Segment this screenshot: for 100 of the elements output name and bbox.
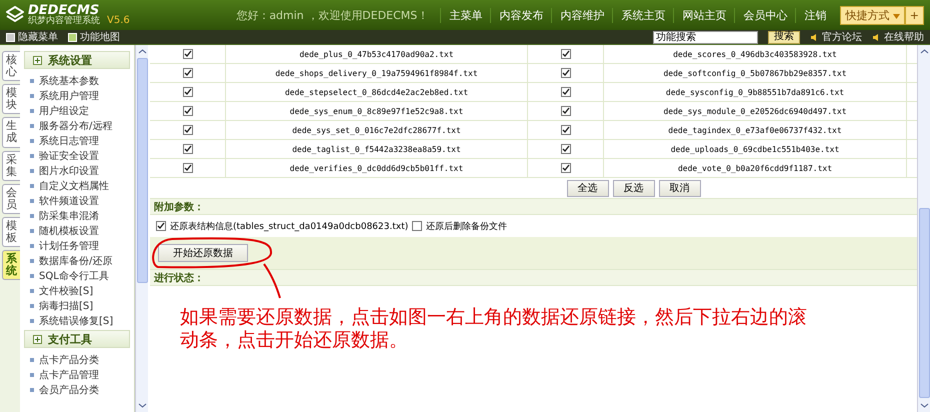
menu-item[interactable]: 系统日志管理 [24,133,130,148]
menu-item[interactable]: 软件频道设置 [24,193,130,208]
checkbox[interactable] [560,144,570,154]
nav-link[interactable]: 网站主页 [673,8,734,22]
menu-section-header[interactable]: 支付工具 [24,330,130,348]
bullet-icon [30,108,34,112]
checkbox[interactable] [182,163,192,173]
checkbox[interactable] [560,163,570,173]
checkbox[interactable] [560,87,570,97]
section-heading: 附加参数： [150,198,917,215]
scrollbar[interactable] [135,45,148,412]
toolbar-link[interactable]: 官方论坛 [810,30,862,44]
bullet-icon [30,274,34,278]
scroll-up-icon[interactable] [920,47,928,56]
side-tab[interactable]: 模板 [2,216,20,248]
checkbox[interactable] [156,221,166,231]
file-name: dede_vote_0_b0a20f6cdd9f1187.txt [604,159,907,177]
logo-text: DEDECMS [28,4,100,17]
option-label: 还原表结构信息(tables_struct_da0149a0dcb08623.txt) [170,220,408,232]
plus-icon [33,334,42,344]
nav-link[interactable]: 注销 [795,8,834,22]
checkbox[interactable] [182,125,192,135]
toolbar-link[interactable]: 隐藏菜单 [6,30,58,44]
menu-item[interactable]: 验证安全设置 [24,148,130,163]
bullet-icon [30,78,34,82]
menu-item[interactable]: 文件校验[S] [24,283,130,298]
file-name: dede_uploads_0_69cdbe1c551b403e.txt [604,140,907,158]
checkbox[interactable] [182,106,192,116]
nav-link[interactable]: 会员中心 [734,8,796,22]
bullet-icon [30,214,34,218]
nav-link[interactable]: 系统主页 [612,8,674,22]
file-name: dede_softconfig_0_5b07867bb29e8357.txt [604,64,907,82]
checkbox[interactable] [560,49,570,59]
menu-item[interactable]: 系统错误修复[S] [24,313,130,328]
menu-item[interactable]: 数据库备份/还原 [24,253,130,268]
toolbar-link[interactable]: 在线帮助 [872,30,924,44]
annotation-text: 如果需要还原数据，点击如图一右上角的数据还原链接，然后下拉右边的滚动条，点击开始还原数据。 [180,306,808,352]
menu-item[interactable]: 点卡产品管理 [24,367,130,382]
side-tab[interactable]: 采集 [2,150,20,181]
checkbox[interactable] [182,87,192,97]
checkbox[interactable] [560,68,570,78]
bullet-icon [30,258,34,262]
section-heading: 进行状态： [150,269,917,286]
side-tab[interactable]: 模块 [2,84,20,114]
nav-link[interactable]: 内容维护 [551,8,612,22]
search-button[interactable]: 搜索 [768,30,800,44]
scrollbar[interactable] [917,45,930,412]
menu-section-header[interactable]: 系统设置 [24,51,130,69]
section-title: 系统设置 [48,52,92,68]
select-button[interactable]: 全选 [566,180,608,196]
menu-item[interactable]: 系统基本参数 [24,73,130,88]
plus-icon [33,56,42,64]
quick-menu-button[interactable]: 快捷方式 [840,6,905,24]
checkbox[interactable] [182,49,192,59]
file-name: dede_plus_0_47b53c4170ad90a2.txt [226,45,528,63]
checkbox[interactable] [182,144,192,154]
bullet-icon [30,304,34,308]
bullet-icon [30,244,34,248]
menu-item[interactable]: 用户组设定 [24,103,130,118]
file-name: dede_stepselect_0_86dcd4e2ac2eb8ed.txt [226,83,528,101]
checkbox[interactable] [412,221,422,231]
checkbox[interactable] [560,125,570,135]
menu-item[interactable]: 服务器分布/远程 [24,118,130,133]
toolbar-link[interactable]: 功能地图 [68,30,120,44]
speaker-icon [810,32,819,42]
scroll-down-icon[interactable] [920,401,928,410]
bullet-icon [30,372,34,376]
menu-item[interactable]: 点卡产品分类 [24,352,130,367]
select-button[interactable]: 取消 [658,180,700,196]
start-restore-button[interactable]: 开始还原数据 [158,244,248,262]
menu-item[interactable]: 防采集串混淆 [24,208,130,223]
version-label: V5.6 [107,15,130,26]
menu-item[interactable]: 随机模板设置 [24,223,130,238]
nav-link[interactable]: 主菜单 [440,8,490,22]
menu-item[interactable]: SQL命令行工具 [24,268,130,283]
menu-item[interactable]: 会员产品分类 [24,382,130,397]
menu-item[interactable]: 病毒扫描[S] [24,298,130,313]
menu-item[interactable]: 图片水印设置 [24,163,130,178]
checkbox[interactable] [182,68,192,78]
menu-item[interactable]: 自定义文档属性 [24,178,130,193]
file-name: dede_sys_module_0_e20526dc6940d497.txt [604,102,907,120]
side-tab[interactable]: 会员 [2,184,20,214]
nav-link[interactable]: 内容发布 [490,8,552,22]
side-tab[interactable]: 生成 [2,117,20,148]
quick-add-button[interactable]: + [904,6,924,24]
select-button[interactable]: 反选 [612,180,654,196]
bullet-icon [30,288,34,292]
side-tab[interactable]: 系统 [2,250,20,280]
menu-item[interactable]: 系统用户管理 [24,88,130,103]
scroll-down-icon[interactable] [138,401,146,410]
bullet-icon [30,184,34,188]
scroll-up-icon[interactable] [138,47,146,56]
side-tab[interactable]: 核心 [2,51,20,82]
menu-item[interactable]: 计划任务管理 [24,238,130,253]
bullet-icon [30,228,34,232]
bullet-icon [30,124,34,128]
grid-icon [6,32,15,42]
search-field[interactable]: 功能搜索 [653,30,758,44]
file-name: dede_taglist_0_f5442a3238ea8a59.txt [226,140,528,158]
checkbox[interactable] [560,106,570,116]
